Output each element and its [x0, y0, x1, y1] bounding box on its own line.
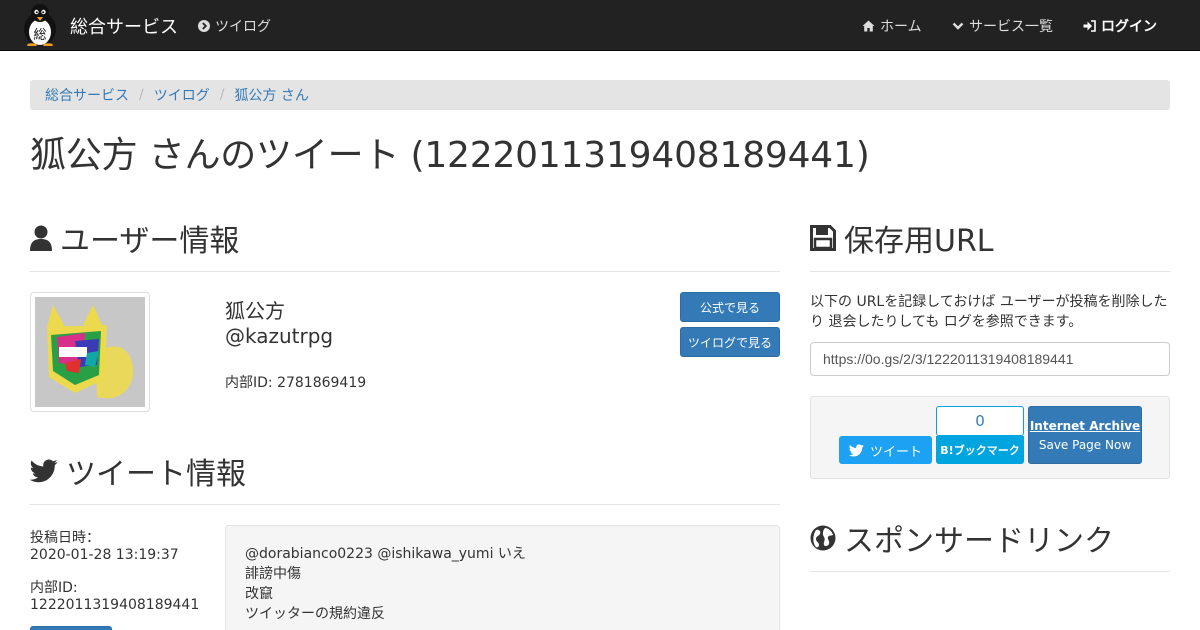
penguin-logo-icon[interactable]: 総 — [19, 2, 61, 46]
tweet-info-heading: ツイート情報 — [30, 449, 246, 493]
save-url-field[interactable] — [810, 342, 1170, 376]
tweet-text-line: 誹謗中傷 — [245, 566, 301, 582]
breadcrumb-twilog[interactable]: ツイログ — [154, 85, 210, 105]
chevron-circle-right-icon — [198, 20, 210, 32]
sponsor-heading: スポンサードリンク — [810, 516, 1114, 560]
posted-at-label: 投稿日時： — [30, 530, 100, 546]
tweet-id-value: 1222011319408189441 — [30, 597, 200, 613]
tweet-share-label: ツイート — [869, 444, 922, 460]
logo-char: 総 — [33, 28, 46, 43]
home-icon — [862, 20, 875, 32]
save-url-heading: 保存用URL — [810, 216, 994, 260]
nav-services-label: サービス一覧 — [969, 19, 1053, 35]
internet-archive-button[interactable]: Internet Archive Save Page Now — [1028, 406, 1142, 464]
view-official-button[interactable]: 公式で見る — [680, 292, 780, 322]
breadcrumb-home[interactable]: 総合サービス — [45, 85, 129, 105]
nav-home-label: ホーム — [880, 19, 922, 35]
save-url-description: 以下の URLを記録しておけば ユーザーが投稿を削除したり 退会したりしても ロ… — [810, 294, 1168, 330]
floppy-disk-icon — [810, 225, 836, 251]
tweet-text-line: 改竄 — [245, 586, 273, 602]
nav-twilog-link[interactable]: ツイログ — [198, 16, 271, 36]
breadcrumb: 総合サービス / ツイログ / 狐公方 さん — [30, 80, 1170, 110]
breadcrumb-user[interactable]: 狐公方 さん — [234, 85, 308, 105]
internet-archive-title: Internet Archive — [1029, 418, 1141, 433]
tweet-text-line: @dorabianco0223 @ishikawa_yumi いえ — [245, 546, 526, 562]
twitter-bird-icon — [30, 459, 58, 483]
divider — [30, 504, 780, 505]
user-display-name: 狐公方 — [225, 299, 285, 323]
nav-services-dropdown[interactable]: サービス一覧 — [952, 16, 1053, 36]
divider — [30, 271, 780, 272]
brand-link[interactable]: 総合サービス — [70, 13, 178, 39]
nav-login-link[interactable]: ログイン — [1083, 16, 1157, 36]
tweet-text-line: ツイッターの規約違反 — [245, 606, 385, 622]
nav-twilog-label: ツイログ — [215, 19, 271, 35]
nav-home-link[interactable]: ホーム — [862, 16, 922, 36]
sponsor-heading-text: スポンサードリンク — [844, 524, 1114, 559]
user-info-heading: ユーザー情報 — [30, 216, 239, 260]
tweet-share-button[interactable]: ツイート — [839, 436, 932, 464]
tweet-info-heading-text: ツイート情報 — [66, 457, 246, 492]
user-handle: @kazutrpg — [225, 324, 334, 348]
top-navbar: 総 総合サービス ツイログ ホーム サービス一覧 ログイン — [0, 0, 1200, 51]
divider — [810, 571, 1170, 572]
avatar — [30, 292, 150, 412]
user-icon — [30, 225, 52, 251]
globe-icon — [810, 525, 836, 551]
internet-archive-subtitle: Save Page Now — [1038, 437, 1132, 452]
page-title: 狐公方 さんのツイート (1222011319408189441) — [30, 135, 870, 176]
fox-avatar-image — [35, 297, 145, 407]
tweet-text-box: @dorabianco0223 @ishikawa_yumi いえ 誹謗中傷 改… — [225, 525, 780, 630]
save-url-heading-text: 保存用URL — [844, 224, 994, 259]
user-info-heading-text: ユーザー情報 — [60, 224, 240, 259]
twitter-bird-icon — [848, 443, 864, 456]
tweet-id-label: 内部ID: — [30, 580, 78, 596]
posted-at-value: 2020-01-28 13:19:37 — [30, 547, 179, 563]
breadcrumb-separator: / — [139, 87, 144, 103]
hatena-bookmark-count[interactable]: 0 — [936, 406, 1024, 436]
user-internal-id: 内部ID: 2781869419 — [225, 375, 367, 391]
chevron-down-icon — [952, 22, 964, 30]
partially-visible-button[interactable] — [30, 626, 112, 630]
view-twilog-button[interactable]: ツイログで見る — [680, 327, 780, 357]
nav-login-label: ログイン — [1101, 19, 1157, 35]
sign-in-icon — [1083, 20, 1096, 32]
hatena-bookmark-button[interactable]: B!ブックマーク — [936, 436, 1024, 464]
divider — [810, 271, 1170, 272]
breadcrumb-separator: / — [219, 87, 225, 103]
